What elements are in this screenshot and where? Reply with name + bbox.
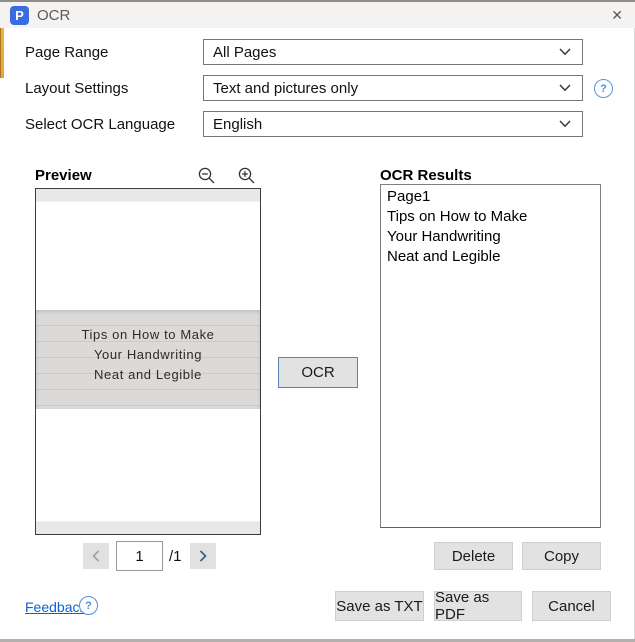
ocr-language-label: Select OCR Language: [25, 116, 175, 133]
ocr-results-label: OCR Results: [380, 167, 472, 184]
close-icon[interactable]: ✕: [611, 8, 623, 22]
save-as-pdf-button[interactable]: Save as PDF: [434, 591, 522, 621]
page-number-input[interactable]: [116, 541, 163, 571]
handwriting-line: Tips on How to Make: [36, 325, 260, 345]
preview-panel[interactable]: Tips on How to Make Your Handwriting Nea…: [35, 188, 261, 535]
title-bar: P OCR ✕: [0, 0, 635, 28]
result-line: Your Handwriting: [387, 227, 594, 247]
zoom-out-icon[interactable]: [198, 167, 216, 185]
preview-scrollbar-top[interactable]: [36, 189, 260, 202]
zoom-in-icon[interactable]: [238, 167, 256, 185]
layout-settings-value: Text and pictures only: [213, 80, 358, 97]
result-line: Tips on How to Make: [387, 207, 594, 227]
chevron-down-icon: [559, 120, 571, 128]
ocr-button[interactable]: OCR: [278, 357, 358, 388]
feedback-help-icon[interactable]: ?: [79, 596, 98, 615]
page-range-select[interactable]: All Pages: [203, 39, 583, 65]
ocr-results-list[interactable]: Page1 Tips on How to Make Your Handwriti…: [380, 184, 601, 528]
handwriting-line: Your Handwriting: [36, 345, 260, 365]
chevron-down-icon: [559, 48, 571, 56]
preview-label: Preview: [35, 167, 92, 184]
feedback-link[interactable]: Feedback: [25, 599, 86, 615]
page-range-value: All Pages: [213, 44, 276, 61]
chevron-down-icon: [559, 84, 571, 92]
previous-page-button[interactable]: [83, 543, 109, 569]
layout-help-icon[interactable]: ?: [594, 79, 613, 98]
page-range-label: Page Range: [25, 44, 108, 61]
preview-page-image: Tips on How to Make Your Handwriting Nea…: [36, 310, 260, 409]
save-as-txt-button[interactable]: Save as TXT: [335, 591, 424, 621]
ocr-language-value: English: [213, 116, 262, 133]
result-line: Neat and Legible: [387, 247, 594, 267]
app-logo-icon: P: [10, 6, 29, 25]
copy-button[interactable]: Copy: [522, 542, 601, 570]
layout-settings-select[interactable]: Text and pictures only: [203, 75, 583, 101]
delete-button[interactable]: Delete: [434, 542, 513, 570]
result-line: Page1: [387, 187, 594, 207]
background-window-edge: [0, 28, 4, 78]
handwriting-line: Neat and Legible: [36, 365, 260, 385]
preview-scrollbar-bottom[interactable]: [36, 521, 260, 534]
layout-settings-label: Layout Settings: [25, 80, 128, 97]
ocr-dialog: { "window": { "logo_letter": "P", "title…: [0, 0, 635, 642]
page-total-label: /1: [169, 548, 182, 565]
ocr-language-select[interactable]: English: [203, 111, 583, 137]
next-page-button[interactable]: [190, 543, 216, 569]
cancel-button[interactable]: Cancel: [532, 591, 611, 621]
dialog-title: OCR: [37, 7, 70, 24]
